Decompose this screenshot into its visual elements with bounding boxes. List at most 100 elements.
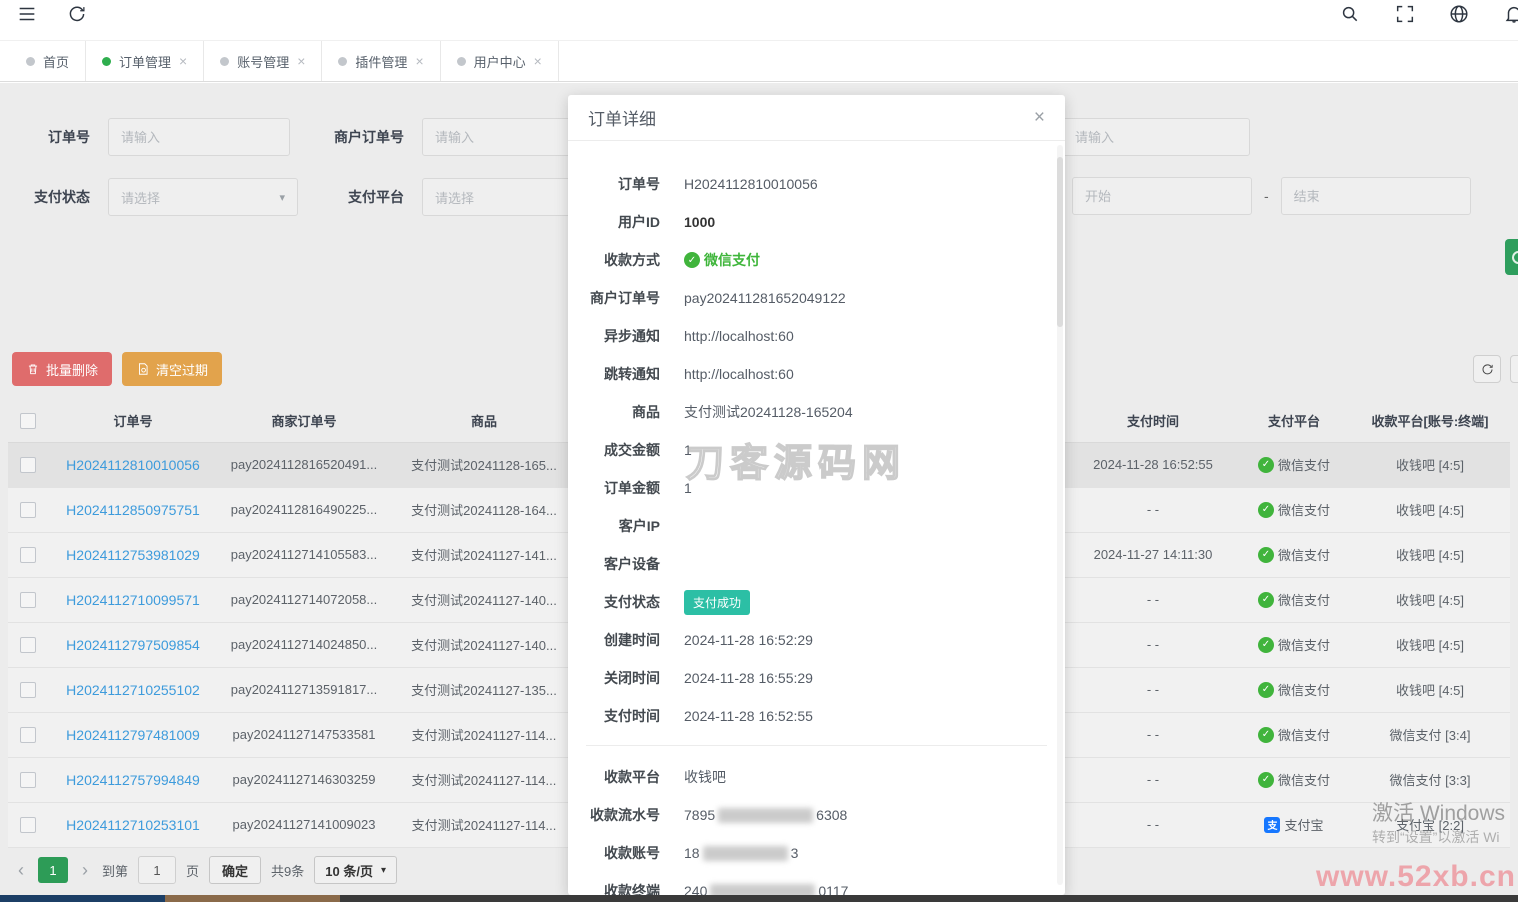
taskbar-segment <box>165 895 340 902</box>
tab-close-icon[interactable]: × <box>415 54 423 68</box>
row-checkbox[interactable] <box>20 727 36 743</box>
clear-expired-button[interactable]: 清空过期 <box>122 352 222 386</box>
row-checkbox[interactable] <box>20 682 36 698</box>
field-value: H2024112810010056 <box>684 176 818 192</box>
merchant-order-no: pay2024112714024850... <box>218 622 390 667</box>
detail-field-row: 用户ID 1000 <box>568 203 1065 241</box>
product-name: 支付测试20241127-114... <box>390 757 578 802</box>
prev-page-icon[interactable]: ‹ <box>14 860 28 881</box>
receiver-platform: 收钱吧 [4:5] <box>1350 667 1510 712</box>
row-checkbox[interactable] <box>20 592 36 608</box>
detail-field-row: 收款终端 240 0117 <box>568 872 1065 895</box>
row-checkbox[interactable] <box>20 502 36 518</box>
search-button-partial[interactable] <box>1505 239 1518 275</box>
date-start-input[interactable] <box>1072 177 1252 215</box>
merchant-order-no: pay2024112714072058... <box>218 577 390 622</box>
order-link[interactable]: H2024112810010056 <box>66 457 200 473</box>
order-link[interactable]: H2024112710253101 <box>66 817 200 833</box>
filter-extra <box>1062 118 1250 156</box>
order-link[interactable]: H2024112710255102 <box>66 682 200 698</box>
wechat-pay-icon <box>684 252 700 268</box>
row-checkbox[interactable] <box>20 637 36 653</box>
page-size-select[interactable]: 10 条/页 ▾ <box>314 856 397 884</box>
order-link[interactable]: H2024112710099571 <box>66 592 200 608</box>
current-page-button[interactable]: 1 <box>38 857 68 883</box>
fullscreen-icon[interactable] <box>1394 3 1416 25</box>
detail-field-row: 支付时间 2024-11-28 16:52:55 <box>568 697 1065 735</box>
table-settings-button-partial[interactable] <box>1510 355 1518 383</box>
nav-tab[interactable]: 用户中心 × <box>441 41 559 81</box>
col-product: 商品 <box>390 400 578 442</box>
filter-order-no-label: 订单号 <box>20 127 108 147</box>
pay-platform-icon <box>1258 772 1274 788</box>
row-checkbox[interactable] <box>20 772 36 788</box>
filter-pay-platform: 支付平台 请选择 <box>330 178 602 216</box>
detail-field-row: 订单号 H2024112810010056 <box>568 165 1065 203</box>
filter-merchant-no-label: 商户订单号 <box>300 127 422 147</box>
filter-merchant-no: 商户订单号 <box>300 118 604 156</box>
order-link[interactable]: H2024112757994849 <box>66 772 200 788</box>
batch-delete-button[interactable]: 批量删除 <box>12 352 112 386</box>
page-unit-label: 页 <box>186 861 199 880</box>
row-checkbox[interactable] <box>20 547 36 563</box>
pay-time: - - <box>1068 757 1238 802</box>
tab-close-icon[interactable]: × <box>297 54 305 68</box>
select-all-checkbox[interactable] <box>20 413 36 429</box>
close-icon[interactable]: × <box>1034 108 1045 127</box>
filter-pay-platform-label: 支付平台 <box>330 187 422 207</box>
filter-order-no: 订单号 <box>20 118 290 156</box>
product-name: 支付测试20241128-164... <box>390 487 578 532</box>
detail-field-row: 收款流水号 7895 6308 <box>568 796 1065 834</box>
product-name: 支付测试20241127-114... <box>390 712 578 757</box>
order-link[interactable]: H2024112753981029 <box>66 547 200 563</box>
extra-filter-input[interactable] <box>1062 118 1250 156</box>
merchant-order-no: pay20241127147533581 <box>218 712 390 757</box>
nav-tab[interactable]: 订单管理 × <box>86 41 204 81</box>
detail-field-row: 收款方式 微信支付 <box>568 241 1065 279</box>
modal-title: 订单详细 <box>588 105 656 130</box>
globe-language-icon[interactable] <box>1448 3 1470 25</box>
field-value: 支付测试20241128-165204 <box>684 402 853 422</box>
pay-platform: 微信支付 <box>1258 500 1330 519</box>
pay-platform-placeholder: 请选择 <box>435 188 474 207</box>
field-label: 支付时间 <box>568 706 660 726</box>
detail-field-row: 订单金额 1 <box>568 469 1065 507</box>
nav-tab[interactable]: 首页 <box>10 41 86 81</box>
product-name: 支付测试20241127-114... <box>390 802 578 847</box>
tab-close-icon[interactable]: × <box>179 54 187 68</box>
row-checkbox[interactable] <box>20 817 36 833</box>
table-refresh-button[interactable] <box>1473 355 1501 383</box>
tab-close-icon[interactable]: × <box>534 54 542 68</box>
order-link[interactable]: H2024112797509854 <box>66 637 200 653</box>
tab-status-dot <box>220 57 229 66</box>
row-checkbox[interactable] <box>20 457 36 473</box>
section-divider <box>586 745 1047 746</box>
pay-platform-icon <box>1258 682 1274 698</box>
goto-confirm-button[interactable]: 确定 <box>209 856 261 884</box>
pay-time: - - <box>1068 487 1238 532</box>
order-no-input[interactable] <box>108 118 290 156</box>
pay-time: 2024-11-27 14:11:30 <box>1068 532 1238 577</box>
nav-tab[interactable]: 插件管理 × <box>322 41 440 81</box>
pay-status-select[interactable]: 请选择 ▾ <box>108 178 298 216</box>
nav-tab[interactable]: 账号管理 × <box>204 41 322 81</box>
date-end-input[interactable] <box>1281 177 1471 215</box>
detail-field-row: 商户订单号 pay202411281652049122 <box>568 279 1065 317</box>
modal-scrollbar-thumb[interactable] <box>1057 157 1063 327</box>
order-link[interactable]: H2024112797481009 <box>66 727 200 743</box>
field-label: 商户订单号 <box>568 288 660 308</box>
bell-icon[interactable] <box>1503 3 1518 25</box>
censored-value: 7895 6308 <box>684 807 847 823</box>
blur-redaction <box>718 808 813 823</box>
col-merchant-no: 商家订单号 <box>218 400 390 442</box>
order-link[interactable]: H2024112850975751 <box>66 502 200 518</box>
modal-body: 订单号 H2024112810010056 用户ID <box>568 141 1065 895</box>
merchant-order-no: pay2024112816490225... <box>218 487 390 532</box>
menu-collapse-icon[interactable] <box>16 3 38 25</box>
goto-page-input[interactable] <box>138 856 176 884</box>
refresh-icon[interactable] <box>66 3 88 25</box>
receiver-platform: 收钱吧 [4:5] <box>1350 442 1510 487</box>
search-icon[interactable] <box>1339 3 1361 25</box>
pay-platform-icon <box>1258 502 1274 518</box>
next-page-icon[interactable]: › <box>78 860 92 881</box>
